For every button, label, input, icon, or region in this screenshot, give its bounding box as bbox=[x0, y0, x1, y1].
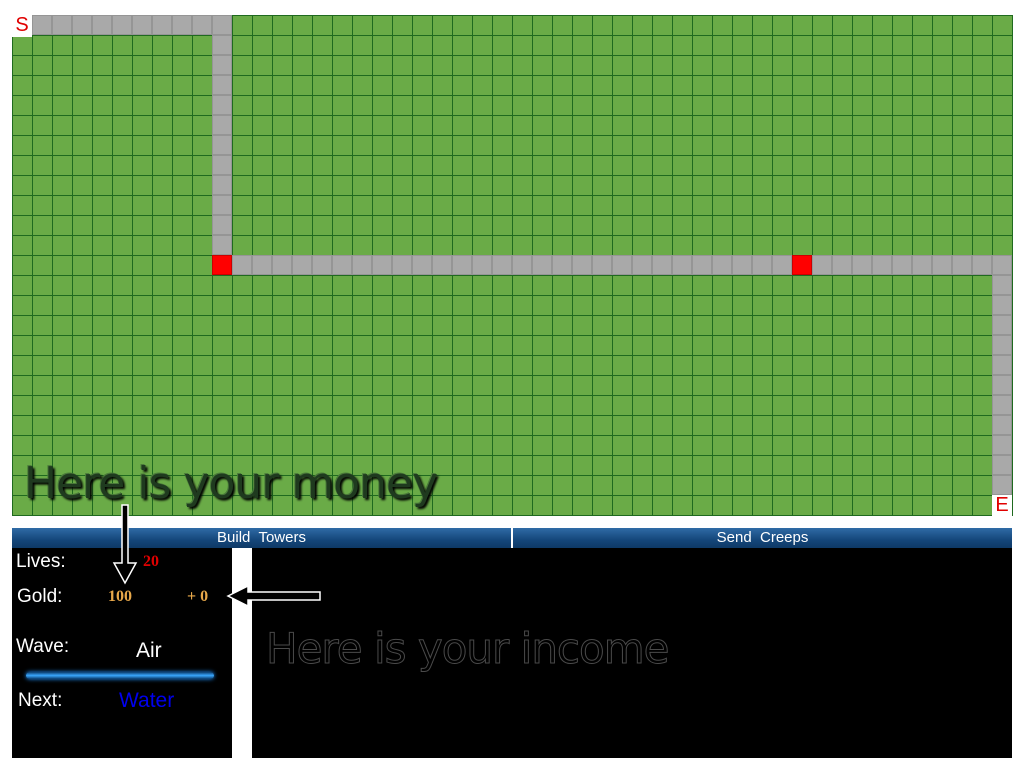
path-tile bbox=[812, 255, 832, 275]
path-tile bbox=[312, 255, 332, 275]
income-value: + 0 bbox=[187, 588, 209, 605]
path-tile bbox=[972, 255, 992, 275]
path-tile bbox=[992, 315, 1012, 335]
next-wave-value: Water bbox=[119, 689, 175, 712]
path-tile bbox=[892, 255, 912, 275]
path-tile bbox=[632, 255, 652, 275]
path-tile bbox=[992, 395, 1012, 415]
path-tile bbox=[852, 255, 872, 275]
wave-label: Wave: bbox=[16, 636, 70, 657]
path-tile bbox=[572, 255, 592, 275]
path-tile bbox=[712, 255, 732, 275]
path-tile bbox=[212, 55, 232, 75]
path-tile bbox=[612, 255, 632, 275]
path-tile bbox=[392, 255, 412, 275]
path-tile bbox=[352, 255, 372, 275]
path-tile bbox=[112, 15, 132, 35]
game-board[interactable] bbox=[12, 15, 1013, 516]
wave-progress-bar bbox=[26, 672, 214, 679]
path-tile bbox=[832, 255, 852, 275]
path-tile bbox=[752, 255, 772, 275]
lives-label: Lives: bbox=[16, 551, 66, 572]
arrow-down-icon bbox=[112, 504, 138, 585]
wave-value: Air bbox=[136, 639, 162, 662]
path-tile bbox=[472, 255, 492, 275]
path-tile bbox=[932, 255, 952, 275]
path-tile bbox=[212, 175, 232, 195]
gold-value: 100 bbox=[108, 588, 132, 605]
path-tile bbox=[172, 15, 192, 35]
tower[interactable] bbox=[792, 255, 812, 275]
path-tile bbox=[992, 455, 1012, 475]
path-tile bbox=[992, 295, 1012, 315]
path-tile bbox=[952, 255, 972, 275]
path-tile bbox=[292, 255, 312, 275]
path-tile bbox=[212, 15, 232, 35]
path-tile bbox=[512, 255, 532, 275]
tab-send-creeps[interactable]: Send Creeps bbox=[513, 528, 1012, 548]
end-marker: E bbox=[992, 495, 1012, 517]
path-tile bbox=[992, 375, 1012, 395]
path-tile bbox=[652, 255, 672, 275]
path-tile bbox=[872, 255, 892, 275]
path-tile bbox=[212, 155, 232, 175]
path-tile bbox=[252, 255, 272, 275]
path-tile bbox=[912, 255, 932, 275]
path-tile bbox=[212, 135, 232, 155]
path-tile bbox=[772, 255, 792, 275]
start-marker: S bbox=[12, 15, 32, 37]
path-tile bbox=[212, 35, 232, 55]
path-tile bbox=[92, 15, 112, 35]
path-tile bbox=[692, 255, 712, 275]
path-tile bbox=[412, 255, 432, 275]
path-tile bbox=[72, 15, 92, 35]
gold-label: Gold: bbox=[17, 586, 63, 607]
path-tile bbox=[992, 255, 1012, 275]
path-tile bbox=[992, 435, 1012, 455]
path-tile bbox=[532, 255, 552, 275]
path-tile bbox=[52, 15, 72, 35]
hint-income-text: Here is your income bbox=[265, 624, 669, 674]
path-tile bbox=[32, 15, 52, 35]
path-tile bbox=[212, 115, 232, 135]
path-tile bbox=[992, 275, 1012, 295]
path-tile bbox=[992, 475, 1012, 495]
path-tile bbox=[432, 255, 452, 275]
path-tile bbox=[212, 75, 232, 95]
path-tile bbox=[452, 255, 472, 275]
next-label: Next: bbox=[18, 690, 63, 711]
path-tile bbox=[152, 15, 172, 35]
arrow-left-icon bbox=[226, 584, 321, 608]
path-tile bbox=[992, 415, 1012, 435]
path-tile bbox=[212, 235, 232, 255]
tab-build-towers[interactable]: Build Towers bbox=[12, 528, 511, 548]
path-tile bbox=[332, 255, 352, 275]
path-tile bbox=[232, 255, 252, 275]
hint-money-text: Here is your money bbox=[24, 458, 438, 509]
path-tile bbox=[592, 255, 612, 275]
path-tile bbox=[212, 195, 232, 215]
path-tile bbox=[212, 95, 232, 115]
path-tile bbox=[552, 255, 572, 275]
path-tile bbox=[672, 255, 692, 275]
path-tile bbox=[192, 15, 212, 35]
path-tile bbox=[212, 215, 232, 235]
tower[interactable] bbox=[212, 255, 232, 275]
lives-value: 20 bbox=[143, 553, 159, 570]
path-tile bbox=[992, 355, 1012, 375]
path-tile bbox=[372, 255, 392, 275]
path-tile bbox=[132, 15, 152, 35]
path-tile bbox=[492, 255, 512, 275]
path-tile bbox=[732, 255, 752, 275]
path-tile bbox=[272, 255, 292, 275]
path-tile bbox=[992, 335, 1012, 355]
